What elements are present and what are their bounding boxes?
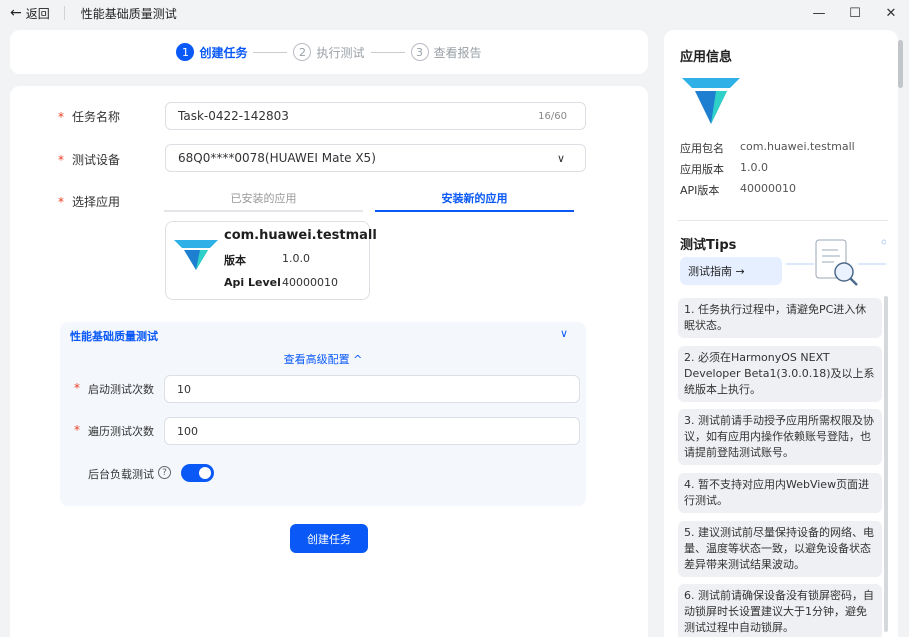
test-guide-button[interactable]: 测试指南 → xyxy=(680,257,782,285)
section-divider xyxy=(678,220,888,221)
title-divider xyxy=(63,6,65,20)
app-package-name: com.huawei.testmall xyxy=(224,228,377,243)
task-name-input[interactable]: Task-0422-142803 16/60 xyxy=(165,102,586,130)
back-label: 返回 xyxy=(25,6,50,21)
step-number: 1 xyxy=(176,43,195,61)
background-load-toggle[interactable] xyxy=(181,464,214,482)
step-number: 3 xyxy=(410,43,429,61)
app-package-value: com.huawei.testmall xyxy=(740,140,855,153)
step-execute-test: 2 执行测试 xyxy=(293,43,365,61)
step-create-task: 1 创建任务 xyxy=(176,43,247,61)
app-info-panel: 应用信息 应用包名 com.huawei.testmall 应用版本 1.0.0… xyxy=(664,30,898,220)
required-mark: * xyxy=(58,109,64,124)
selected-app-card[interactable]: com.huawei.testmall 版本 1.0.0 Api Level 4… xyxy=(165,221,377,300)
advanced-config-panel: 性能基础质量测试 ∨ 查看高级配置 ^ * 启动测试次数 10 * 遍历测试次数… xyxy=(60,322,586,506)
device-select[interactable]: 68Q0****0078(HUAWEI Mate X5) ∨ xyxy=(165,144,586,172)
stepper: 1 创建任务 2 执行测试 3 查看报告 xyxy=(10,30,648,74)
maximize-button[interactable]: ☐ xyxy=(837,0,873,26)
app-logo-icon xyxy=(682,74,740,129)
api-version-label: API版本 xyxy=(680,184,720,197)
required-mark: * xyxy=(74,381,80,395)
device-row: * 测试设备 xyxy=(10,151,158,168)
tip-item-3: 3. 测试前请手动授予应用所需权限及协议，如有应用内操作依赖账号登陆，也请提前登… xyxy=(678,409,882,465)
chevron-down-icon[interactable]: ∨ xyxy=(560,327,568,340)
app-label: 选择应用 xyxy=(72,195,121,209)
app-package-label: 应用包名 xyxy=(680,142,724,155)
required-mark: * xyxy=(74,423,80,437)
task-name-value: Task-0422-142803 xyxy=(178,109,289,123)
step-label: 查看报告 xyxy=(433,45,482,60)
traverse-count-value: 100 xyxy=(177,424,198,438)
window-controls: — ☐ ✕ xyxy=(801,0,909,26)
app-api-label: Api Level xyxy=(224,276,281,289)
device-value: 68Q0****0078(HUAWEI Mate X5) xyxy=(178,151,376,165)
step-connector xyxy=(253,51,288,53)
tip-item-2: 2. 必须在HarmonyOS NEXT Developer Beta1(3.0… xyxy=(678,346,882,402)
app-api-value: 40000010 xyxy=(282,276,338,289)
device-label: 测试设备 xyxy=(72,153,121,167)
tip-item-4: 4. 暂不支持对应用内WebView页面进行测试。 xyxy=(678,473,882,513)
view-advanced-config-link[interactable]: 查看高级配置 ^ xyxy=(60,351,586,367)
app-source-tabs: 已安装的应用 安装新的应用 xyxy=(164,190,574,212)
step-label: 创建任务 xyxy=(199,45,248,60)
char-count: 16/60 xyxy=(538,110,567,122)
tab-install-new-app[interactable]: 安装新的应用 xyxy=(375,190,574,212)
tip-item-6: 6. 测试前请确保设备没有锁屏密码，自动锁屏时长设置建议大于1分钟，避免测试过程… xyxy=(678,584,882,637)
document-search-icon xyxy=(786,234,887,295)
advanced-panel-title: 性能基础质量测试 xyxy=(70,330,158,343)
app-version-label: 应用版本 xyxy=(680,163,724,176)
required-mark: * xyxy=(58,152,64,167)
app-version-value: 1.0.0 xyxy=(740,161,768,174)
help-icon[interactable]: ? xyxy=(158,466,171,479)
tab-installed-apps[interactable]: 已安装的应用 xyxy=(164,190,363,212)
back-button[interactable]: ← 返回 xyxy=(10,5,50,22)
tips-scrollbar[interactable] xyxy=(884,296,888,632)
launch-count-input[interactable]: 10 xyxy=(164,375,580,403)
required-mark: * xyxy=(58,194,64,209)
close-button[interactable]: ✕ xyxy=(873,0,909,26)
step-label: 执行测试 xyxy=(316,45,365,60)
api-version-value: 40000010 xyxy=(740,182,796,195)
tip-item-1: 1. 任务执行过程中，请避免PC进入休眠状态。 xyxy=(678,298,882,338)
title-bar: ← 返回 性能基础质量测试 — ☐ ✕ xyxy=(0,0,909,26)
app-row: * 选择应用 xyxy=(10,193,158,210)
app-version-value: 1.0.0 xyxy=(282,252,310,265)
app-version-label: 版本 xyxy=(224,254,246,267)
launch-count-value: 10 xyxy=(177,382,191,396)
app-info-title: 应用信息 xyxy=(680,50,733,65)
step-number: 2 xyxy=(293,43,312,61)
minimize-button[interactable]: — xyxy=(801,0,837,26)
chevron-down-icon: ∨ xyxy=(556,151,565,165)
test-tips-panel: 测试Tips 测试指南 → 1. 任务执行过程中，请避免PC进入休眠状态。 2.… xyxy=(664,220,898,637)
task-name-row: * 任务名称 xyxy=(10,108,158,125)
tip-item-5: 5. 建议测试前尽量保持设备的网络、电量、温度等状态一致，以避免设备状态差异带来… xyxy=(678,521,882,577)
task-name-label: 任务名称 xyxy=(72,110,121,124)
window-title: 性能基础质量测试 xyxy=(80,6,177,21)
step-view-report: 3 查看报告 xyxy=(410,43,482,61)
create-task-button[interactable]: 创建任务 xyxy=(290,524,368,553)
arrow-left-icon: ← xyxy=(10,5,22,21)
tips-title: 测试Tips xyxy=(680,238,737,253)
right-panel-scrollbar[interactable] xyxy=(898,40,903,88)
traverse-count-label: 遍历测试次数 xyxy=(88,425,154,438)
step-connector xyxy=(370,51,405,53)
background-load-label: 后台负载测试 xyxy=(88,468,154,481)
app-logo-icon xyxy=(174,236,218,275)
launch-count-label: 启动测试次数 xyxy=(88,383,154,396)
traverse-count-input[interactable]: 100 xyxy=(164,417,580,445)
